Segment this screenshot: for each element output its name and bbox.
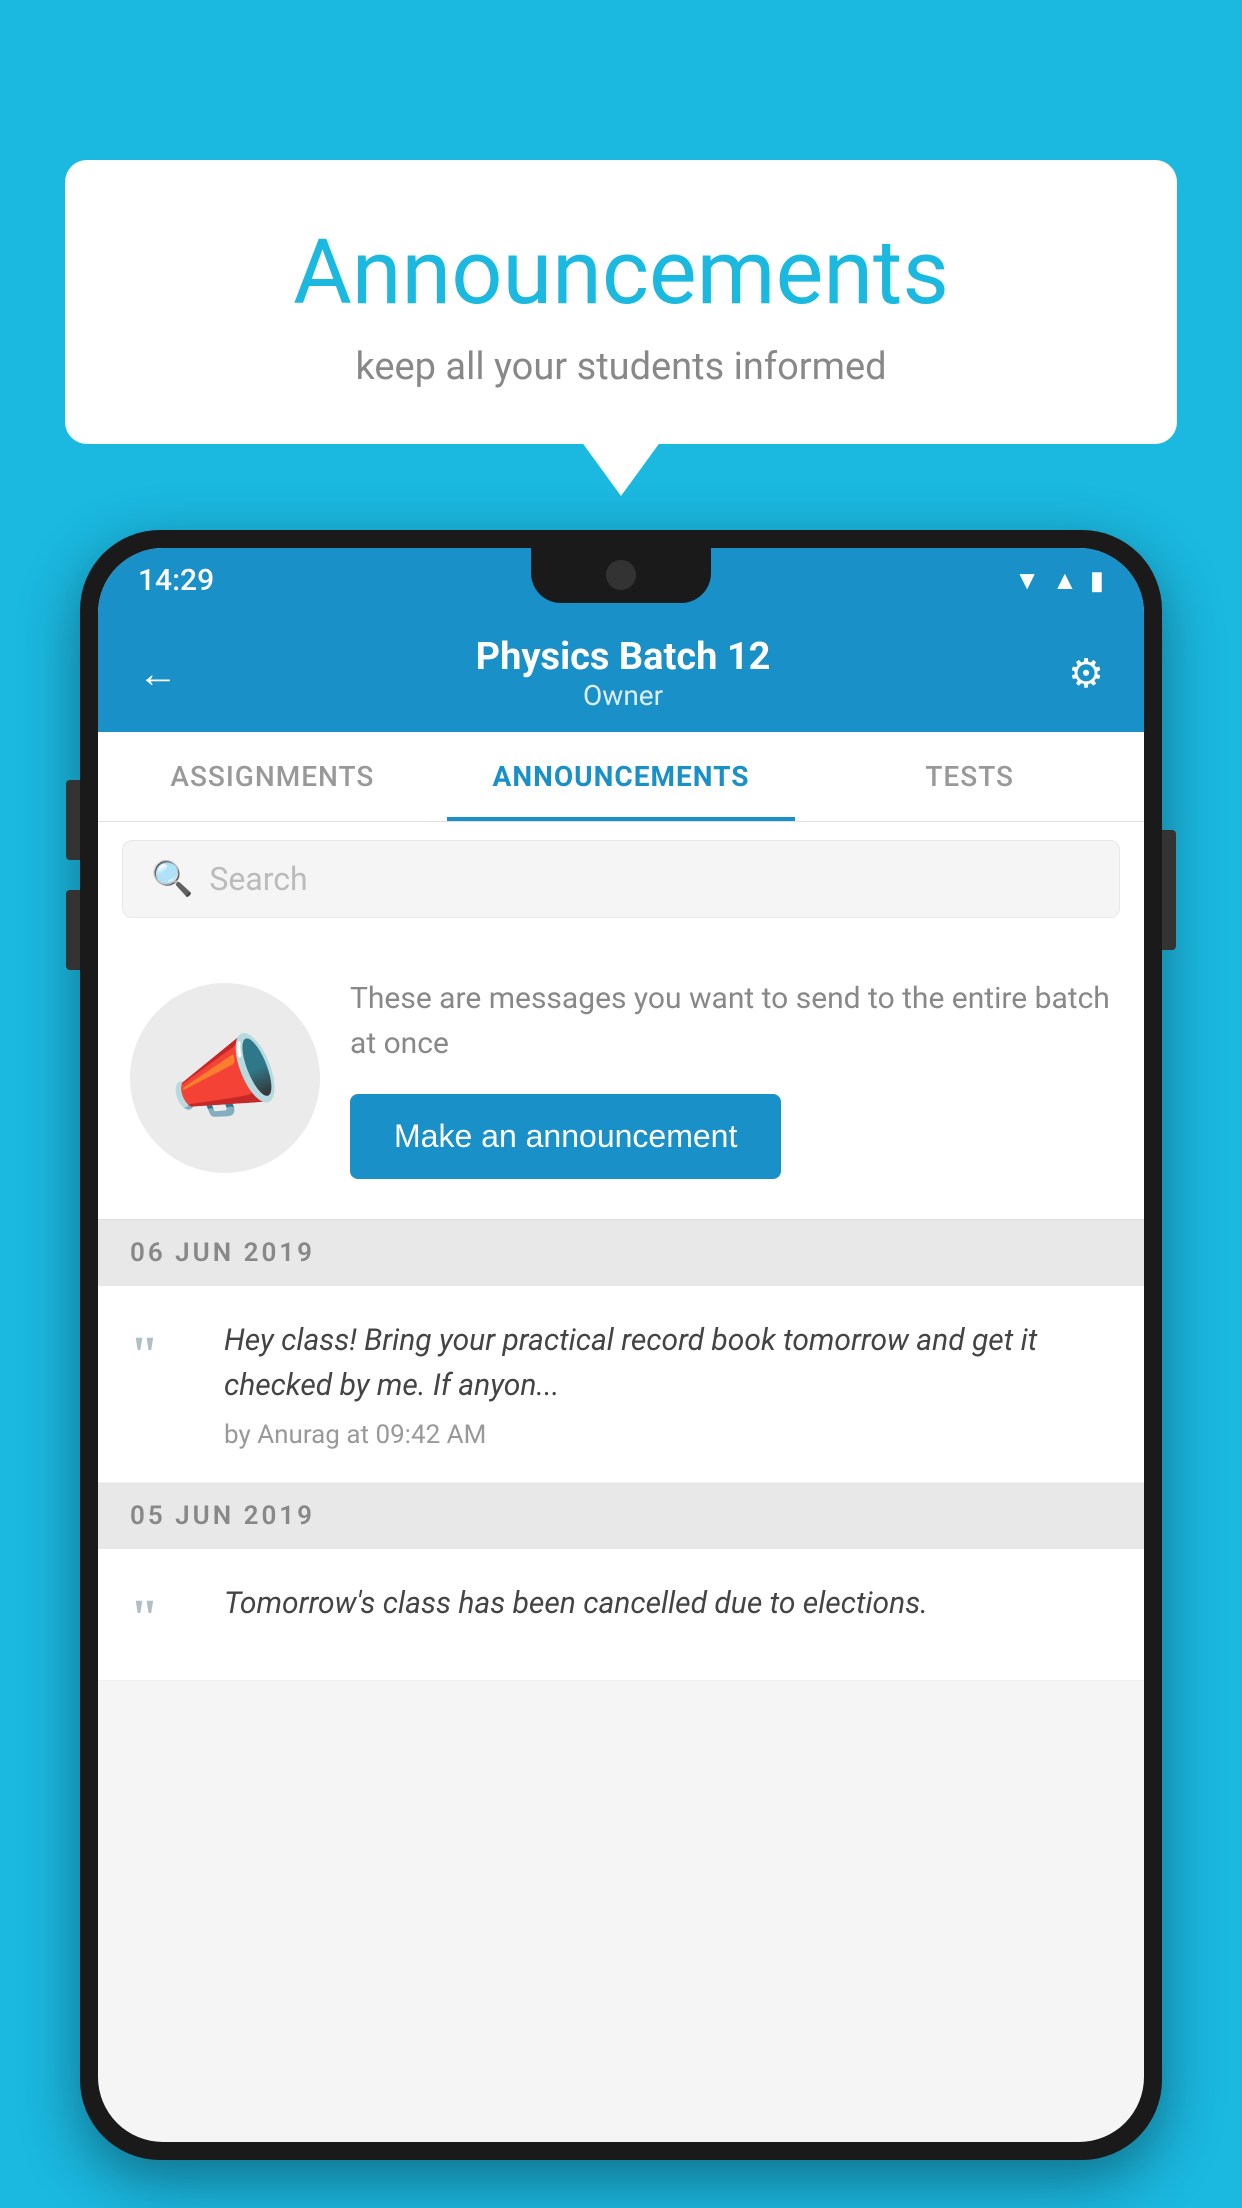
search-container: 🔍 Search — [98, 822, 1144, 936]
search-icon: 🔍 — [151, 859, 193, 899]
make-announcement-button[interactable]: Make an announcement — [350, 1094, 781, 1179]
wifi-icon: ▼ — [1014, 565, 1040, 596]
announcement-content-2: Tomorrow's class has been cancelled due … — [224, 1581, 1112, 1638]
phone-camera — [606, 560, 636, 590]
announcement-item-2: " Tomorrow's class has been cancelled du… — [98, 1549, 1144, 1681]
status-time: 14:29 — [138, 563, 214, 598]
search-placeholder: Search — [209, 860, 307, 898]
app-header: ← Physics Batch 12 Owner ⚙ — [98, 613, 1144, 732]
announcement-text-2: Tomorrow's class has been cancelled due … — [224, 1581, 1112, 1626]
power-button — [1162, 830, 1176, 950]
search-bar[interactable]: 🔍 Search — [122, 840, 1120, 918]
phone-outer: 14:29 ▼ ▲ ▮ ← Physics Batch 12 Owner ⚙ — [80, 530, 1162, 2160]
announcement-prompt-right: These are messages you want to send to t… — [350, 976, 1112, 1179]
bubble-title: Announcements — [125, 220, 1117, 325]
phone-notch — [531, 548, 711, 603]
tab-announcements[interactable]: ANNOUNCEMENTS — [447, 732, 796, 821]
megaphone-icon: 📣 — [169, 1025, 281, 1130]
quote-icon-1: " — [130, 1326, 200, 1385]
settings-icon[interactable]: ⚙ — [1068, 650, 1104, 697]
battery-icon: ▮ — [1090, 566, 1104, 596]
announcement-text-1: Hey class! Bring your practical record b… — [224, 1318, 1112, 1408]
tab-assignments[interactable]: ASSIGNMENTS — [98, 732, 447, 821]
signal-icon: ▲ — [1052, 565, 1078, 596]
volume-down-button — [66, 890, 80, 970]
phone-wrapper: 14:29 ▼ ▲ ▮ ← Physics Batch 12 Owner ⚙ — [80, 530, 1162, 2208]
batch-title: Physics Batch 12 — [476, 635, 771, 679]
speech-bubble: Announcements keep all your students inf… — [65, 160, 1177, 444]
announcement-content-1: Hey class! Bring your practical record b… — [224, 1318, 1112, 1450]
announcement-description: These are messages you want to send to t… — [350, 976, 1112, 1066]
speech-bubble-wrapper: Announcements keep all your students inf… — [65, 160, 1177, 444]
back-button[interactable]: ← — [138, 650, 178, 697]
announcement-item-1: " Hey class! Bring your practical record… — [98, 1286, 1144, 1483]
batch-role: Owner — [476, 679, 771, 712]
announcement-prompt: 📣 These are messages you want to send to… — [98, 936, 1144, 1220]
tab-bar: ASSIGNMENTS ANNOUNCEMENTS TESTS — [98, 732, 1144, 822]
status-icons: ▼ ▲ ▮ — [1014, 565, 1104, 596]
date-header-1: 06 JUN 2019 — [98, 1220, 1144, 1286]
volume-up-button — [66, 780, 80, 860]
bubble-subtitle: keep all your students informed — [125, 345, 1117, 389]
header-title-group: Physics Batch 12 Owner — [476, 635, 771, 712]
quote-icon-2: " — [130, 1589, 200, 1648]
phone-screen: 14:29 ▼ ▲ ▮ ← Physics Batch 12 Owner ⚙ — [98, 548, 1144, 2142]
announcement-icon-circle: 📣 — [130, 983, 320, 1173]
announcement-meta-1: by Anurag at 09:42 AM — [224, 1420, 1112, 1450]
tab-tests[interactable]: TESTS — [795, 732, 1144, 821]
date-header-2: 05 JUN 2019 — [98, 1483, 1144, 1549]
